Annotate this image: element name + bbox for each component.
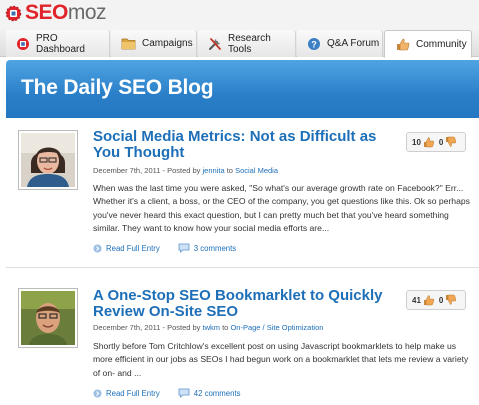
- thumbs-up-count: 10: [412, 137, 421, 147]
- comments-link[interactable]: 3 comments: [194, 244, 236, 253]
- main-nav: PRO Dashboard Campaigns Research Tools ?…: [0, 27, 479, 58]
- logo-seo-text: SEO: [25, 1, 68, 24]
- tab-community[interactable]: Community: [384, 30, 472, 58]
- tab-label: PRO Dashboard: [36, 32, 85, 55]
- thumbs-up-icon[interactable]: [423, 294, 435, 306]
- qa-forum-icon: ?: [308, 37, 320, 50]
- thumbs-up-count: 41: [412, 295, 421, 305]
- community-hand-icon: [397, 38, 410, 51]
- tab-campaigns[interactable]: Campaigns: [111, 30, 197, 57]
- post-actions: Read Full Entry 3 comments: [93, 243, 254, 253]
- author-link[interactable]: twkm: [203, 323, 221, 332]
- author-photo: [21, 291, 75, 345]
- research-tools-icon: [209, 37, 221, 50]
- seomoz-gear-logo-icon[interactable]: [5, 5, 22, 22]
- tab-qa-forum[interactable]: ? Q&A Forum: [297, 30, 383, 57]
- post-meta: December 7th, 2011 - Posted by jennita t…: [93, 166, 278, 175]
- thumbs-up-icon[interactable]: [423, 136, 435, 148]
- tab-pro-dashboard[interactable]: PRO Dashboard: [6, 30, 110, 57]
- thumbs-down-count: 0: [438, 137, 444, 147]
- read-full-entry[interactable]: Read Full Entry: [93, 389, 160, 398]
- tab-label: Research Tools: [228, 32, 271, 55]
- post-date: December 7th, 2011: [93, 166, 161, 175]
- author-avatar[interactable]: [18, 288, 78, 348]
- thumbs-down-icon[interactable]: [445, 294, 457, 306]
- category-link[interactable]: On-Page / Site Optimization: [230, 323, 323, 332]
- post-actions: Read Full Entry 42 comments: [93, 388, 259, 398]
- post-meta: December 7th, 2011 - Posted by twkm to O…: [93, 323, 323, 332]
- post-title-link[interactable]: Social Media Metrics: Not as Difficult a…: [93, 129, 393, 161]
- thumbs-vote-box: 41 0: [406, 290, 466, 310]
- read-arrow-icon: [93, 244, 102, 252]
- blog-post: Social Media Metrics: Not as Difficult a…: [6, 118, 479, 268]
- thumbs-down-icon[interactable]: [445, 136, 457, 148]
- comment-bubble-icon: [178, 388, 190, 398]
- blog-post: A One-Stop SEO Bookmarklet to Quickly Re…: [6, 270, 479, 405]
- to-text: to: [220, 323, 231, 332]
- logo-moz-text: moz: [67, 1, 107, 24]
- thumbs-down-count: 0: [438, 295, 444, 305]
- post-title-link[interactable]: A One-Stop SEO Bookmarklet to Quickly Re…: [93, 288, 393, 320]
- post-date: December 7th, 2011: [93, 323, 161, 332]
- read-full-entry-link[interactable]: Read Full Entry: [106, 244, 160, 253]
- post-excerpt: Shortly before Tom Critchlow's excellent…: [93, 341, 469, 378]
- thumbs-vote-box: 10 0: [406, 132, 466, 152]
- read-full-entry-link[interactable]: Read Full Entry: [106, 389, 160, 398]
- pro-dashboard-icon: [17, 37, 29, 50]
- blog-title[interactable]: The Daily SEO Blog: [21, 76, 214, 100]
- read-full-entry[interactable]: Read Full Entry: [93, 244, 160, 253]
- seomoz-logo[interactable]: SEOmoz: [25, 1, 107, 25]
- author-avatar[interactable]: [18, 130, 78, 190]
- category-link[interactable]: Social Media: [235, 166, 278, 175]
- author-link[interactable]: jennita: [203, 166, 225, 175]
- svg-text:?: ?: [311, 39, 317, 49]
- tab-label: Q&A Forum: [327, 38, 380, 49]
- tab-label: Campaigns: [142, 38, 193, 49]
- read-arrow-icon: [93, 389, 102, 397]
- author-photo: [21, 133, 75, 187]
- comment-bubble-icon: [178, 243, 190, 253]
- logo-bar: SEOmoz: [0, 0, 479, 27]
- posted-by-text: - Posted by: [160, 323, 203, 332]
- blog-header: The Daily SEO Blog: [6, 60, 479, 118]
- to-text: to: [224, 166, 236, 175]
- campaigns-folder-icon: [121, 38, 136, 50]
- comments[interactable]: 42 comments: [178, 388, 241, 398]
- tab-research-tools[interactable]: Research Tools: [198, 30, 296, 57]
- comments-link[interactable]: 42 comments: [194, 389, 241, 398]
- tab-label: Community: [416, 38, 467, 50]
- post-excerpt: When was the last time you were asked, "…: [93, 183, 470, 234]
- posted-by-text: - Posted by: [160, 166, 203, 175]
- comments[interactable]: 3 comments: [178, 243, 236, 253]
